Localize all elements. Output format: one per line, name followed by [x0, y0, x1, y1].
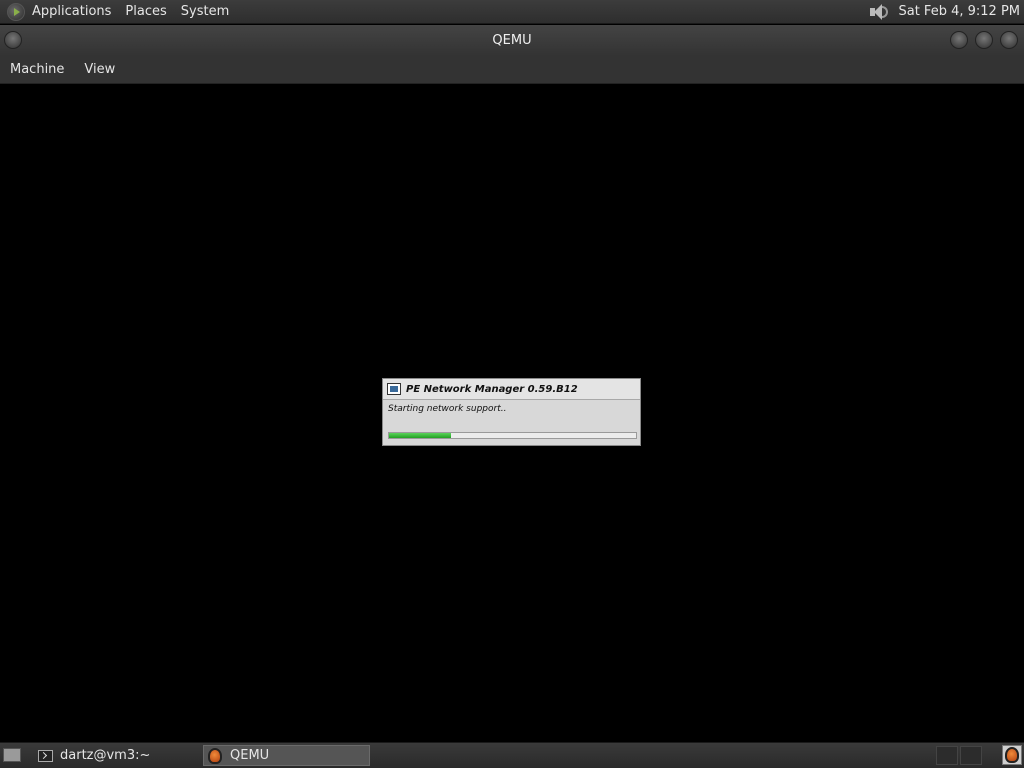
menu-places[interactable]: Places [125, 4, 166, 19]
maximize-button[interactable] [975, 31, 993, 49]
bottom-panel: dartz@vm3:~ QEMU [0, 742, 1024, 768]
pe-network-manager-dialog: PE Network Manager 0.59.B12 Starting net… [382, 378, 641, 446]
top-panel: Applications Places System Sat Feb 4, 9:… [0, 0, 1024, 24]
distro-logo-icon[interactable] [7, 2, 25, 21]
qemu-icon [208, 747, 222, 764]
close-button[interactable] [1000, 31, 1018, 49]
dialog-status-text: Starting network support.. [388, 404, 507, 414]
workspace-2[interactable] [960, 746, 982, 765]
clock[interactable]: Sat Feb 4, 9:12 PM [898, 4, 1020, 19]
panel-tray: Sat Feb 4, 9:12 PM [868, 3, 1024, 21]
dialog-title: PE Network Manager 0.59.B12 [406, 383, 578, 395]
window-titlebar[interactable]: QEMU [0, 25, 1024, 56]
window-menubar: Machine View [0, 56, 1024, 84]
minimize-button[interactable] [950, 31, 968, 49]
show-desktop-icon[interactable] [3, 748, 21, 762]
task-label: QEMU [230, 748, 270, 763]
menu-applications[interactable]: Applications [32, 4, 111, 19]
task-qemu[interactable]: QEMU [203, 745, 370, 766]
menu-system[interactable]: System [181, 4, 229, 19]
speaker-icon[interactable] [868, 3, 889, 21]
window-title: QEMU [492, 33, 532, 48]
tray-qemu-icon[interactable] [1002, 745, 1022, 765]
workspace-1[interactable] [936, 746, 958, 765]
progress-bar [388, 432, 637, 439]
window-menu-button[interactable] [4, 31, 22, 49]
progress-fill [389, 433, 451, 438]
task-terminal[interactable]: dartz@vm3:~ [34, 745, 198, 766]
terminal-icon [38, 749, 53, 762]
network-manager-icon [387, 383, 401, 395]
menu-machine[interactable]: Machine [10, 62, 64, 77]
menu-view[interactable]: View [84, 62, 115, 77]
task-label: dartz@vm3:~ [60, 748, 151, 763]
qemu-icon [1005, 747, 1019, 763]
dialog-titlebar: PE Network Manager 0.59.B12 [383, 379, 640, 400]
